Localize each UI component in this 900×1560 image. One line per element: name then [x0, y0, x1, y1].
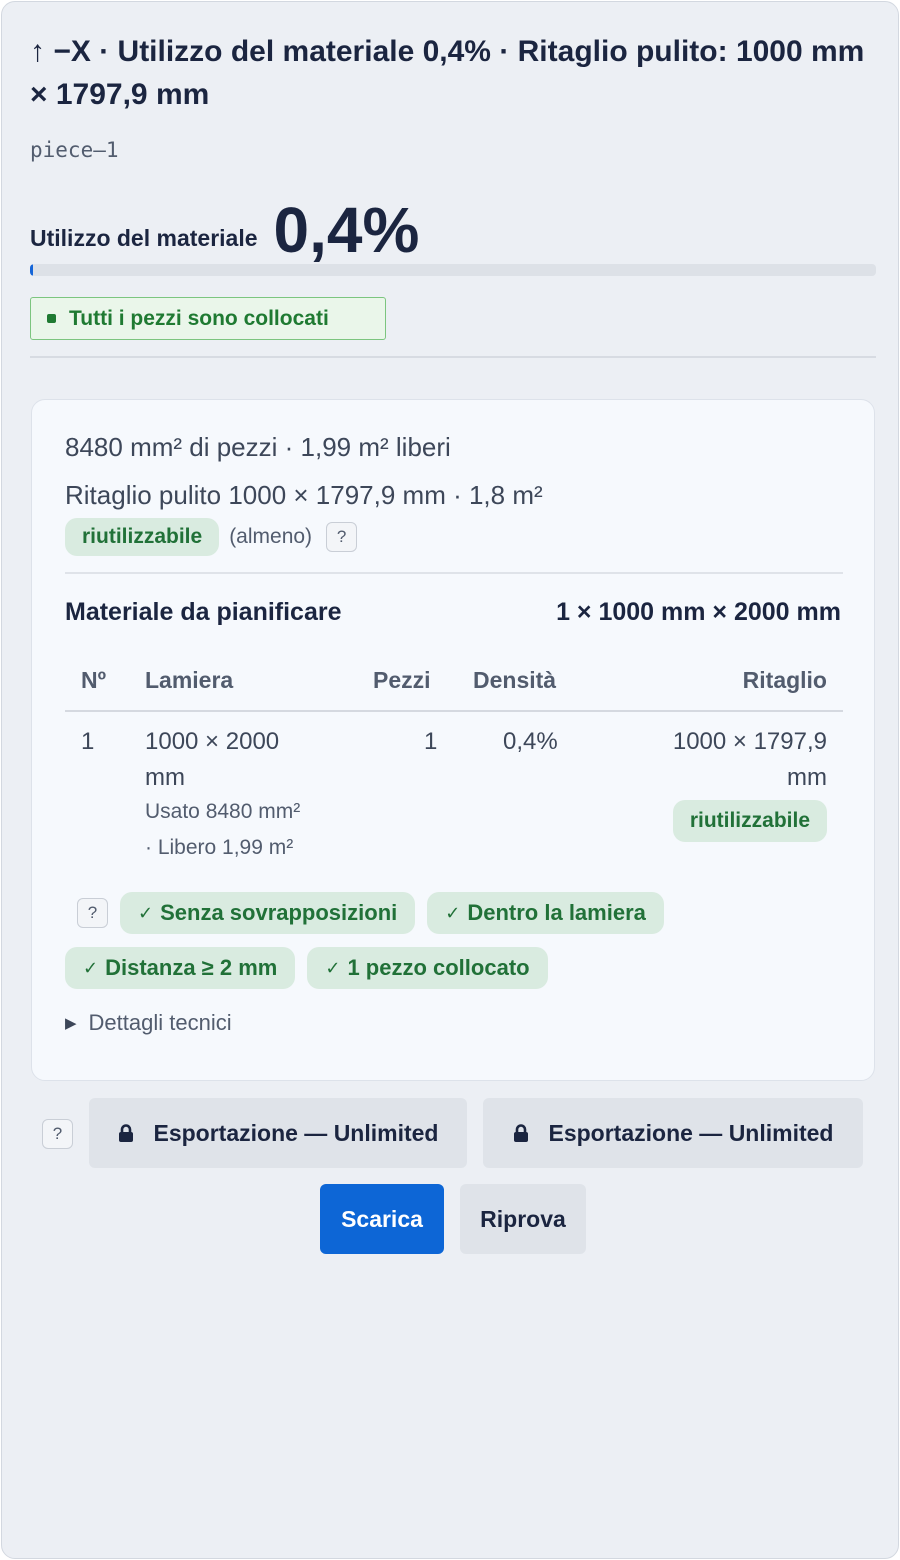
check-badge: ✓ Senza sovrapposizioni	[120, 892, 416, 934]
check-badge: ✓ Dentro la lamiera	[427, 892, 664, 934]
export-button[interactable]: Esportazione — Unlimited	[89, 1098, 467, 1168]
lock-icon	[118, 1123, 134, 1143]
check-label: Distanza ≥ 2 mm	[105, 955, 278, 980]
check-icon: ✓	[445, 902, 461, 923]
export-help-button[interactable]: ?	[42, 1119, 73, 1149]
technical-details-label: Dettagli tecnici	[88, 1010, 232, 1035]
status-dot-icon	[47, 314, 56, 323]
material-value: 1 × 1000 mm × 2000 mm	[556, 598, 841, 626]
column-header-pieces: Pezzi	[373, 667, 431, 693]
checks-help-button[interactable]: ?	[77, 898, 108, 928]
export-button[interactable]: Esportazione — Unlimited	[483, 1098, 863, 1168]
row-pieces: 1	[424, 728, 438, 755]
checks-row: ? ✓ Senza sovrapposizioni ✓ Dentro la lami…	[77, 892, 664, 934]
sheet-free: · Libero 1,99 m²	[145, 836, 294, 859]
export-button-label: Esportazione — Unlimited	[548, 1119, 834, 1146]
reusable-badge: riutilizzabile	[65, 518, 220, 556]
row-number: 1	[81, 728, 95, 755]
check-label: 1 pezzo collocato	[347, 955, 530, 980]
page-title: ↑ −X · Utilizzo del materiale 0,4% · Rit…	[30, 35, 865, 111]
divider	[65, 572, 843, 574]
sheet-size: 1000 × 2000	[145, 728, 280, 755]
material-label: Materiale da pianificare	[65, 598, 342, 626]
row-density: 0,4%	[503, 728, 558, 755]
lock-icon	[513, 1123, 529, 1143]
table-row: 1 1000 × 2000 mm Usato 8480 mm² · Libero…	[65, 724, 843, 874]
status-text: Tutti i pezzi sono collocati	[69, 306, 329, 330]
result-panel: ↑ −X · Utilizzo del materiale 0,4% · Rit…	[1, 1, 899, 1559]
sheet-table-header: Nº Lamiera Pezzi Densità Ritaglio	[65, 664, 843, 712]
reusable-row: riutilizzabile (almeno) ?	[65, 518, 358, 556]
check-icon: ✓	[325, 957, 341, 978]
export-button-label: Esportazione — Unlimited	[153, 1119, 439, 1146]
technical-details-toggle[interactable]: ▶ Dettagli tecnici	[65, 1010, 232, 1036]
piece-id: piece–1	[30, 138, 119, 162]
checks-row: ✓ Distanza ≥ 2 mm ✓ 1 pezzo collocato	[65, 947, 560, 989]
column-header-offcut: Ritaglio	[742, 667, 827, 693]
utilization-value: 0,4%	[273, 194, 420, 266]
check-badge: ✓ Distanza ≥ 2 mm	[65, 947, 296, 989]
column-header-number: Nº	[81, 667, 107, 693]
row-reusable-badge: riutilizzabile	[672, 800, 827, 842]
check-icon: ✓	[83, 957, 99, 978]
pieces-area-text: 8480 mm² di pezzi · 1,99 m² liberi	[65, 432, 451, 462]
utilization-progress-fill	[30, 264, 34, 276]
row-offcut-size: 1000 × 1797,9	[672, 728, 827, 755]
utilization-label: Utilizzo del materiale	[30, 225, 258, 251]
sheet-size-unit: mm	[145, 764, 185, 791]
status-badge: Tutti i pezzi sono collocati	[30, 297, 386, 340]
clean-offcut-text: Ritaglio pulito 1000 × 1797,9 mm · 1,8 m…	[65, 480, 543, 510]
retry-button[interactable]: Riprova	[460, 1184, 586, 1254]
check-label: Senza sovrapposizioni	[160, 900, 398, 925]
column-header-sheet: Lamiera	[145, 667, 234, 693]
help-button[interactable]: ?	[326, 522, 358, 552]
download-button[interactable]: Scarica	[320, 1184, 444, 1254]
divider	[30, 356, 876, 358]
check-badge: ✓ 1 pezzo collocato	[307, 947, 548, 989]
sheet-used: Usato 8480 mm²	[145, 800, 301, 823]
utilization-progress-bar	[30, 264, 876, 276]
triangle-right-icon: ▶	[65, 1015, 77, 1032]
column-header-density: Densità	[473, 667, 557, 693]
check-label: Dentro la lamiera	[467, 900, 646, 925]
summary-card: 8480 mm² di pezzi · 1,99 m² liberi Ritag…	[31, 399, 875, 1081]
check-icon: ✓	[138, 902, 154, 923]
row-offcut-unit: mm	[787, 764, 827, 791]
utilization-row: Utilizzo del materiale 0,4%	[30, 186, 419, 266]
reusable-note: (almeno)	[229, 525, 313, 548]
